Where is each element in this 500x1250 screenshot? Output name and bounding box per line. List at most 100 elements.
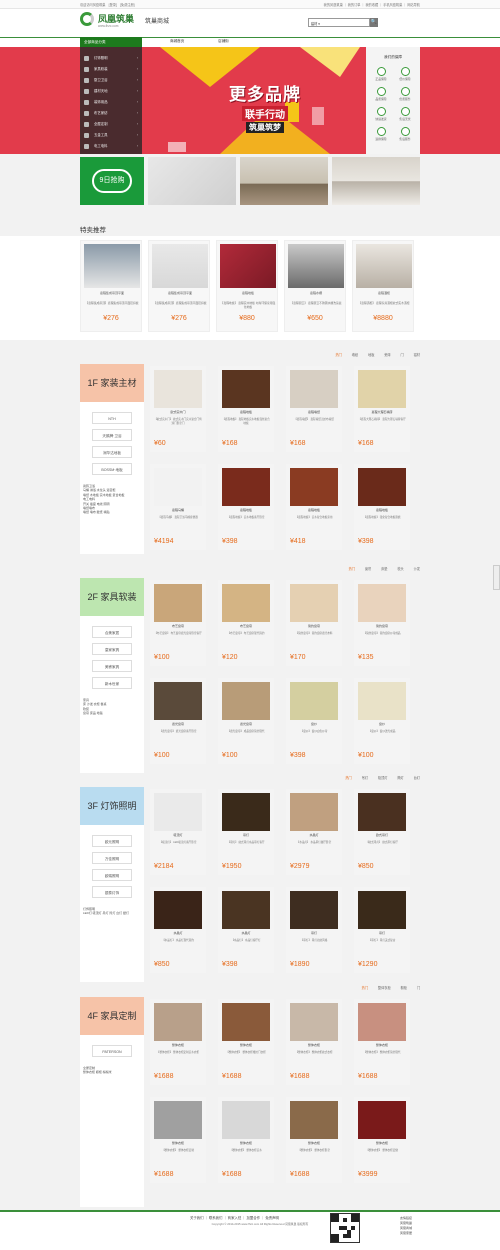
brand-logo[interactable]: 天鹅牌·卫浴 (92, 429, 132, 441)
product-image[interactable] (358, 682, 406, 720)
promo-ceiling[interactable] (148, 157, 236, 205)
product-card[interactable]: 欧式吊灯 【欧式吊灯】 欧式吊灯客厅 ¥850 (354, 789, 410, 875)
floor-tab[interactable]: 沙发 (414, 567, 420, 571)
brand-logo[interactable]: 万佳照明 (92, 852, 132, 864)
product-image[interactable] (358, 891, 406, 929)
sale-item-image[interactable] (152, 244, 208, 288)
top-links[interactable]: 我的凤凰筑巢 ｜ 我的订单 ｜ 我的收藏 ｜ 手机凤凰筑巢 ｜ 网站导航 (324, 2, 420, 7)
product-card[interactable]: 布艺窗帘 【布艺窗帘】 布艺窗帘遮光窗帘卧室客厅 ¥100 (150, 580, 206, 666)
floor-tab[interactable]: 热门 (349, 567, 355, 571)
promo-flash-sale[interactable]: 9日抢购 (80, 157, 144, 205)
floor-subcategories[interactable]: 灯饰照明 LED灯 吸顶灯 吊灯 筒灯 台灯 壁灯 (83, 907, 143, 916)
product-image[interactable] (154, 468, 202, 506)
floor-tab[interactable]: 吊灯 (362, 776, 368, 780)
nav-home[interactable]: 商城首页 (170, 39, 184, 44)
floor-tab[interactable]: 门 (417, 986, 420, 990)
sale-item[interactable]: 嘉程集成吊顶平面 【嘉程集成吊顶】嘉程集成吊顶平面铝扣板 ¥276 (148, 240, 210, 332)
product-image[interactable] (358, 584, 406, 622)
brand-logo[interactable]: 欧元照明 (92, 835, 132, 847)
hero-banner[interactable]: 更多品牌 联手行动 筑巢筑梦 (0, 47, 500, 154)
brand-logo[interactable]: 合美家居 (92, 626, 132, 638)
product-name[interactable]: 吊灯 (220, 833, 272, 837)
product-card[interactable]: 遮光窗帘 【遮光窗帘】 遮光窗帘客厅卧室 ¥100 (150, 678, 206, 764)
category-item[interactable]: 家具软装 › (80, 64, 142, 75)
product-name[interactable]: 嘉程大理石墙砖 (356, 410, 408, 414)
promo-sofa[interactable] (240, 157, 328, 205)
floor-tab[interactable]: 地板 (368, 353, 374, 357)
sale-item[interactable]: 嘉程水槽 【嘉程厨卫】 嘉程厨卫不锈钢水槽洗菜盆 ¥650 (284, 240, 346, 332)
product-card[interactable]: 水晶灯 【水晶灯】 水晶灯现代简约 ¥850 (150, 887, 206, 973)
product-card[interactable]: 嘉程大理石墙砖 【嘉程大理石墙砖】 嘉程大理石墙砖客厅 ¥168 (354, 366, 410, 452)
product-card[interactable]: 整体衣柜 【整体衣柜】 整体衣柜推拉门衣柜 ¥1688 (218, 999, 274, 1085)
sale-item-image[interactable] (84, 244, 140, 288)
product-card[interactable]: 吊灯 【吊灯】 欧式吊灯水晶吊灯客厅 ¥1950 (218, 789, 274, 875)
product-name[interactable]: 窗纱 (356, 722, 408, 726)
product-card[interactable]: 整体衣柜 【整体衣柜】 整体衣柜简约现代 ¥1688 (354, 999, 410, 1085)
floor-tab[interactable]: 墙纸 (352, 353, 358, 357)
brand-logo[interactable]: 银泰灯饰 (92, 886, 132, 898)
sale-item-name[interactable]: 嘉程酒柜 (356, 291, 412, 295)
product-name[interactable]: 布艺窗帘 (152, 624, 204, 628)
product-card[interactable]: 整体衣柜 【整体衣柜】 整体衣柜卧室 ¥1688 (286, 1097, 342, 1183)
product-card[interactable]: 窗纱 【窗纱】 窗纱白色纱帘 ¥398 (286, 678, 342, 764)
product-name[interactable]: 整体衣柜 (288, 1141, 340, 1145)
product-image[interactable] (222, 370, 270, 408)
floor-tab[interactable]: 橱柜 (401, 986, 407, 990)
product-name[interactable]: 整体衣柜 (220, 1043, 272, 1047)
product-image[interactable] (290, 370, 338, 408)
sale-item-name[interactable]: 嘉程集成吊顶平面 (152, 291, 208, 295)
welcome-text[interactable]: 欢迎访问凤凰筑巢 [登录] [免费注册] (80, 2, 135, 7)
product-name[interactable]: 水晶灯 (152, 931, 204, 935)
product-name[interactable]: 嘉程地板 (220, 410, 272, 414)
product-image[interactable] (358, 1003, 406, 1041)
floor-tab[interactable]: 热门 (345, 776, 351, 780)
product-image[interactable] (154, 370, 202, 408)
product-image[interactable] (358, 370, 406, 408)
product-image[interactable] (222, 682, 270, 720)
floor-tab[interactable]: 热门 (362, 986, 368, 990)
product-name[interactable]: 吊灯 (356, 931, 408, 935)
sale-item-name[interactable]: 嘉程集成吊顶平面 (84, 291, 140, 295)
product-card[interactable]: 简约窗帘 【简约窗帘】 简约窗帘遮光布料 ¥170 (286, 580, 342, 666)
product-card[interactable]: 整体衣柜 【整体衣柜】 整体衣柜欧式衣柜 ¥1688 (286, 999, 342, 1085)
product-name[interactable]: 布艺窗帘 (220, 624, 272, 628)
floor-tab[interactable]: 床垫 (381, 567, 387, 571)
product-name[interactable]: 嘉程墙纸 (288, 410, 340, 414)
sale-item-image[interactable] (220, 244, 276, 288)
product-card[interactable]: 嘉程墙纸 【嘉程墙纸】 嘉程墙纸无纺布墙纸 ¥168 (286, 366, 342, 452)
product-card[interactable]: 嘉程地板 【嘉程地板】 嘉程地板实木地板强化复合地板 ¥168 (218, 366, 274, 452)
product-image[interactable] (222, 793, 270, 831)
floor-tab[interactable]: 瓷砖 (384, 353, 390, 357)
sale-item-image[interactable] (288, 244, 344, 288)
product-image[interactable] (222, 468, 270, 506)
sale-item[interactable]: 嘉程集成吊顶平面 【嘉程集成吊顶】嘉程集成吊顶平面铝扣板 ¥276 (80, 240, 142, 332)
product-card[interactable]: 嘉程马桶 【嘉程马桶】 嘉程卫浴马桶座便器 ¥4194 (150, 464, 206, 550)
product-card[interactable]: 水晶灯 【水晶灯】 水晶灯客厅灯 ¥398 (218, 887, 274, 973)
product-name[interactable]: 简约窗帘 (356, 624, 408, 628)
footer-friend-links[interactable]: 友情链接 凤凰筑巢 凤凰商城 凤凰家居 (400, 1216, 412, 1236)
category-item[interactable]: 灯饰照明 › (80, 53, 142, 64)
product-name[interactable]: 吸顶灯 (152, 833, 204, 837)
product-name[interactable]: 整体衣柜 (152, 1043, 204, 1047)
sale-item-name[interactable]: 嘉程地板 (220, 291, 276, 295)
sale-item[interactable]: 嘉程地板 【嘉程地板】 嘉程实木地板 时尚环保家用强化地板 ¥880 (216, 240, 278, 332)
product-image[interactable] (290, 584, 338, 622)
product-name[interactable]: 整体衣柜 (356, 1141, 408, 1145)
product-image[interactable] (154, 682, 202, 720)
product-image[interactable] (290, 793, 338, 831)
product-name[interactable]: 欧式吊灯 (356, 833, 408, 837)
sale-item-name[interactable]: 嘉程水槽 (288, 291, 344, 295)
category-item[interactable]: 厨卫卫浴 › (80, 75, 142, 86)
floor-subcategories[interactable]: 瓷砖卫浴 马桶 淋浴 水龙头 浴室柜 墙纸 木地板 实木地板 复合地板 电工电料… (83, 484, 143, 515)
product-name[interactable]: 整体衣柜 (356, 1043, 408, 1047)
category-item[interactable]: 五金工具 › (80, 130, 142, 141)
product-card[interactable]: 吊灯 【吊灯】 吊灯北欧风格 ¥1890 (286, 887, 342, 973)
category-item[interactable]: 电工电料 › (80, 141, 142, 152)
product-image[interactable] (154, 891, 202, 929)
nav-stores[interactable]: 店铺街 (218, 39, 229, 44)
product-card[interactable]: 水晶灯 【水晶灯】 水晶吊灯餐厅卧室 ¥2979 (286, 789, 342, 875)
product-name[interactable]: 吊灯 (288, 931, 340, 935)
product-image[interactable] (358, 793, 406, 831)
brand-logo[interactable]: 美睿家具 (92, 660, 132, 672)
floor-subcategories[interactable]: 全屋定制 整体衣柜 橱柜 榻榻米 (83, 1066, 143, 1075)
